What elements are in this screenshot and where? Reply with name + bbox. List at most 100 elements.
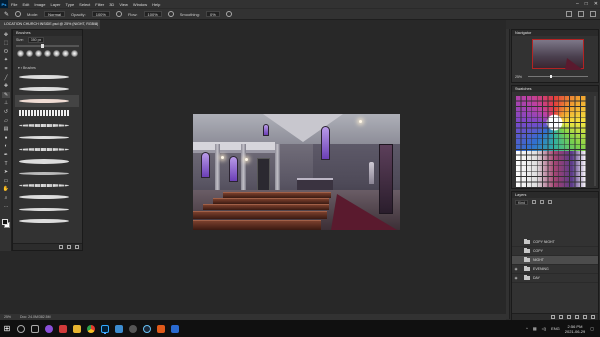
brush-stroke-item[interactable]	[15, 119, 79, 131]
gradient-icon[interactable]: ▤	[2, 126, 10, 132]
eye-icon[interactable]: ◉	[512, 276, 520, 280]
document-tab[interactable]: LOCATION CHURCH INSIDE.psd @ 25% (NIGHT,…	[0, 20, 100, 29]
new-folder-icon[interactable]	[59, 245, 63, 249]
pressure-opacity-icon[interactable]	[115, 11, 122, 17]
brush-tool-icon[interactable]: ✎	[4, 11, 9, 18]
menu-layer[interactable]: Layer	[50, 2, 60, 7]
brush-preset-picker[interactable]	[15, 11, 22, 17]
notifications-icon[interactable]: ▢	[590, 326, 594, 331]
dodge-icon[interactable]: ◐	[2, 143, 10, 149]
layer-row[interactable]: ◉ EVENING	[512, 265, 598, 274]
share-icon[interactable]	[590, 11, 596, 17]
search-icon[interactable]	[566, 11, 572, 17]
eye-icon[interactable]: ◉	[512, 267, 520, 271]
app-icon[interactable]	[171, 324, 179, 333]
pen-icon[interactable]: ✒	[2, 152, 10, 158]
zoom-icon[interactable]: ⌕	[2, 195, 10, 201]
layer-row[interactable]: COPY NIGHT	[512, 238, 598, 247]
brush-stroke-item[interactable]	[15, 71, 79, 83]
brush-stroke-item[interactable]	[15, 215, 79, 227]
brush-preset[interactable]	[62, 50, 69, 57]
foreground-color-swatch[interactable]	[2, 219, 8, 225]
status-zoom[interactable]: 25%	[4, 315, 11, 319]
lasso-icon[interactable]: ʘ	[2, 49, 10, 55]
brush-preset[interactable]	[44, 50, 51, 57]
blur-icon[interactable]: ●	[2, 135, 10, 141]
workspace-icon[interactable]	[578, 11, 584, 17]
menu-help[interactable]: Help	[152, 2, 160, 7]
brush-stroke-item[interactable]	[15, 179, 79, 191]
maximize-button[interactable]: □	[585, 1, 588, 7]
brush-icon[interactable]: ✎	[2, 91, 10, 98]
brush-stroke-item[interactable]	[15, 155, 79, 167]
app-icon[interactable]	[157, 324, 165, 333]
trash-icon[interactable]	[75, 245, 79, 249]
menu-file[interactable]: File	[11, 2, 17, 7]
brush-preset[interactable]	[35, 50, 42, 57]
flow-field[interactable]: 100%	[143, 11, 162, 17]
crop-icon[interactable]: ⌗	[2, 66, 10, 72]
healing-icon[interactable]: ✚	[2, 83, 10, 89]
brush-stroke-item[interactable]	[15, 191, 79, 203]
brush-size-field[interactable]: 350 px	[27, 37, 45, 43]
clock[interactable]: 2:56 PM 2021-06-29	[565, 324, 585, 334]
search-icon[interactable]	[17, 324, 25, 333]
volume-icon[interactable]: ◁)	[542, 326, 546, 331]
document-canvas[interactable]	[193, 114, 400, 230]
network-icon[interactable]: ▦	[533, 326, 537, 331]
navigator-thumbnail[interactable]	[532, 39, 584, 70]
filter-pixel-icon[interactable]	[532, 200, 537, 204]
mode-select[interactable]: Normal	[44, 11, 66, 17]
menu-select[interactable]: Select	[79, 2, 90, 7]
history-brush-icon[interactable]: ↺	[2, 109, 10, 115]
layer-row[interactable]: COPY	[512, 247, 598, 256]
menu-filter[interactable]: Filter	[95, 2, 104, 7]
menu-image[interactable]: Image	[34, 2, 45, 7]
brush-stroke-item[interactable]	[15, 203, 79, 215]
opacity-field[interactable]: 100%	[91, 11, 110, 17]
brush-preset[interactable]	[26, 50, 33, 57]
smoothing-field[interactable]: 0%	[205, 11, 220, 17]
path-select-icon[interactable]: ➤	[2, 169, 10, 175]
swatches-scrollbar[interactable]	[594, 96, 596, 186]
rectangle-icon[interactable]: ▭	[2, 178, 10, 184]
app-icon[interactable]	[115, 324, 123, 333]
menu-window[interactable]: Window	[133, 2, 147, 7]
eraser-icon[interactable]: ▱	[2, 118, 10, 124]
move-icon[interactable]: ✥	[2, 32, 10, 38]
menu-view[interactable]: View	[119, 2, 128, 7]
brush-stroke-item[interactable]	[15, 131, 79, 143]
marquee-icon[interactable]: ⬚	[2, 40, 10, 46]
tray-chevron-icon[interactable]: ^	[526, 326, 528, 331]
brush-preset[interactable]	[53, 50, 60, 57]
steam-icon[interactable]	[143, 324, 151, 333]
layer-row-selected[interactable]: NIGHT	[512, 256, 598, 265]
filter-adjust-icon[interactable]	[540, 200, 545, 204]
filter-type-icon[interactable]	[548, 200, 553, 204]
color-swatch-grid[interactable]	[516, 95, 586, 187]
airbrush-icon[interactable]	[167, 11, 174, 17]
navigator-zoom-slider[interactable]	[528, 75, 588, 78]
brush-stroke-item-selected[interactable]	[15, 95, 79, 107]
type-icon[interactable]: T	[2, 161, 10, 167]
photoshop-taskbar-icon[interactable]	[101, 324, 109, 333]
brush-preset[interactable]	[71, 50, 78, 57]
app-icon[interactable]	[129, 324, 137, 333]
brush-stroke-item[interactable]	[15, 107, 79, 119]
close-button[interactable]: ✕	[594, 1, 598, 7]
status-doc-info[interactable]: Doc: 24.0M/382.5M	[20, 315, 51, 319]
new-group-icon[interactable]	[575, 315, 579, 319]
menu-type[interactable]: Type	[66, 2, 75, 7]
brush-size-slider[interactable]	[16, 44, 79, 48]
hand-icon[interactable]: ✋	[2, 186, 10, 192]
language-indicator[interactable]: ENG	[551, 326, 560, 331]
close-tab-icon[interactable]: ×	[95, 20, 97, 29]
menu-3d[interactable]: 3D	[109, 2, 114, 7]
start-button[interactable]: ⊞	[0, 320, 14, 337]
layer-style-icon[interactable]	[559, 315, 563, 319]
eyedropper-icon[interactable]: ╱	[2, 75, 10, 81]
brush-stroke-item[interactable]	[15, 167, 79, 179]
navigator-zoom-value[interactable]: 25%	[515, 75, 522, 79]
link-layers-icon[interactable]	[551, 315, 555, 319]
folder-app-icon[interactable]	[73, 324, 81, 333]
